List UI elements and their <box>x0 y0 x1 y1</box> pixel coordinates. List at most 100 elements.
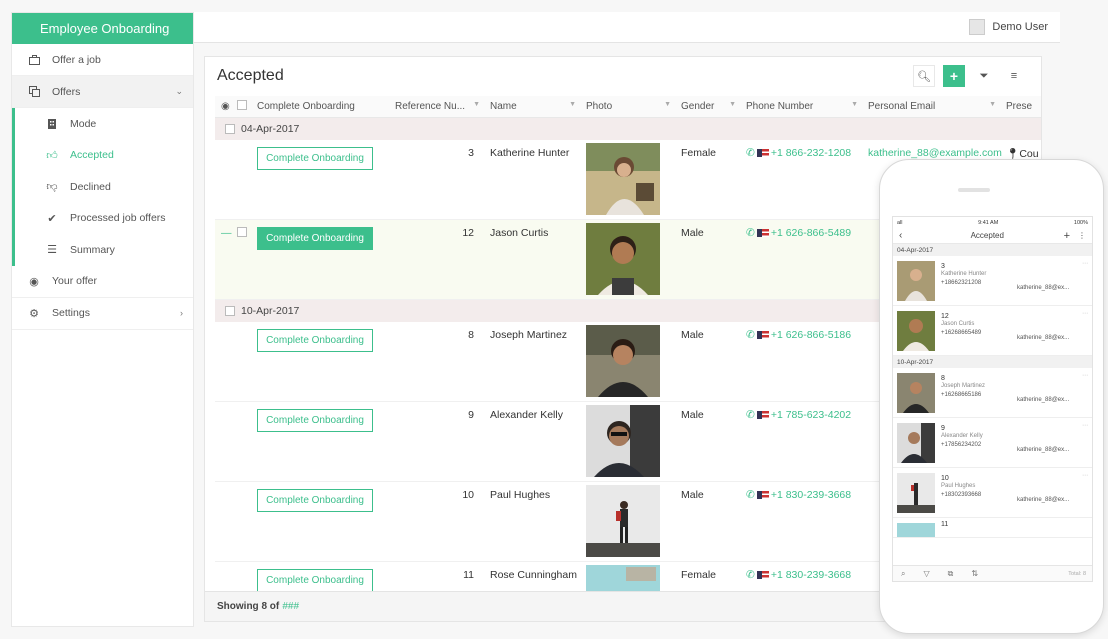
hamburger-icon: ≡ <box>1010 70 1018 82</box>
complete-onboarding-button[interactable]: Complete Onboarding <box>257 147 373 170</box>
plus-icon: + <box>949 68 959 84</box>
more-icon[interactable]: ⋯ <box>1082 472 1088 479</box>
checkbox[interactable] <box>225 124 235 134</box>
sidebar-item-declined[interactable]: 👎︎ Declined <box>15 171 193 203</box>
group-icon[interactable]: ⧉ <box>948 569 954 579</box>
column-label: Gender <box>681 101 715 112</box>
mobile-list-item[interactable]: 11 <box>893 518 1092 538</box>
photo-katherine-hunter[interactable] <box>586 143 660 215</box>
add-record-button[interactable]: + <box>943 65 965 87</box>
search-icon[interactable]: ⌕ <box>901 569 905 579</box>
checkbox[interactable] <box>225 306 235 316</box>
cell-gender: Male <box>681 489 704 501</box>
cell-ref: 10 <box>462 489 474 501</box>
filter-button[interactable]: ⏷ <box>973 65 995 87</box>
complete-onboarding-button[interactable]: Complete Onboarding <box>257 227 373 250</box>
column-header[interactable]: Photo ▼ <box>582 101 677 112</box>
eye-icon: ◉ <box>29 275 39 288</box>
speaker-grille <box>958 188 990 192</box>
thumbnail <box>897 261 935 301</box>
sidebar-item-mode[interactable]: Mode <box>15 108 193 140</box>
mobile-list-item[interactable]: 3 Katherine Hunter +18662321208 katherin… <box>893 256 1092 306</box>
row-select <box>215 140 253 219</box>
column-label: Phone Number <box>746 101 814 112</box>
mobile-list-item[interactable]: 8 Joseph Martinez +16268665186 katherine… <box>893 368 1092 418</box>
row-select[interactable] <box>233 220 253 299</box>
more-icon[interactable]: ⋯ <box>1082 260 1088 267</box>
mobile-item-email: katherine_88@ex... <box>1017 335 1070 341</box>
row-select <box>215 402 253 481</box>
sidebar-item-label: Declined <box>70 180 111 193</box>
drag-handle-icon[interactable]: — <box>215 220 233 299</box>
menu-button[interactable]: ≡ <box>1003 65 1025 87</box>
mobile-list-item[interactable]: 10 Paul Hughes +18302393668 katherine_88… <box>893 468 1092 518</box>
group-header[interactable]: 04-Apr-2017 <box>215 118 1041 140</box>
sidebar-item-offer-a-job[interactable]: Offer a job <box>12 44 193 76</box>
sidebar-item-offers[interactable]: Offers ⌄ <box>12 76 193 108</box>
cell: Complete Onboarding <box>253 220 391 299</box>
phone-text: +1 626-866-5186 <box>770 329 852 341</box>
mobile-bottom-bar: ⌕ ▽ ⧉ ⇅ Total: 8 <box>893 565 1092 581</box>
column-header[interactable]: Name ▼ <box>486 101 582 112</box>
more-icon[interactable]: ⋯ <box>1082 372 1088 379</box>
cell-gender: Male <box>681 329 704 341</box>
cell: Complete Onboarding <box>253 140 391 219</box>
cell-phone[interactable]: ✆ +1 626-866-5186 <box>742 322 864 401</box>
us-flag-icon <box>756 571 769 580</box>
photo-joseph-martinez[interactable] <box>586 325 660 397</box>
select-all-checkbox[interactable] <box>233 100 253 113</box>
sort-icon: ▼ <box>989 101 996 108</box>
mobile-group-header[interactable]: 10-Apr-2017 <box>893 356 1092 368</box>
photo-alexander-kelly[interactable] <box>586 405 660 477</box>
sidebar-item-your-offer[interactable]: ◉ Your offer <box>12 266 193 298</box>
mobile-item-ref: 11 <box>941 521 949 528</box>
filter-icon[interactable]: ▽ <box>923 569 929 578</box>
mobile-item-email: katherine_88@ex... <box>1017 497 1070 503</box>
sidebar: Employee Onboarding Offer a job Offers ⌄… <box>11 12 194 627</box>
sidebar-item-accepted[interactable]: 👍︎ Accepted <box>15 140 193 172</box>
column-header[interactable]: Personal Email ▼ <box>864 101 1002 112</box>
column-header[interactable]: Gender ▼ <box>677 101 742 112</box>
mobile-item-info: 3 Katherine Hunter +18662321208 katherin… <box>941 256 1092 305</box>
sidebar-item-settings[interactable]: ⚙ Settings › <box>12 298 193 330</box>
column-header[interactable]: Prese <box>1002 101 1041 112</box>
complete-onboarding-button[interactable]: Complete Onboarding <box>257 569 373 592</box>
mobile-screen: all 9:41 AM 100% ‹ Accepted + ⋮ 04-Apr-2… <box>892 216 1093 582</box>
complete-onboarding-button[interactable]: Complete Onboarding <box>257 409 373 432</box>
cell-photo <box>582 220 677 299</box>
mobile-item-name: Alexander Kelly <box>941 433 983 439</box>
cell-phone[interactable]: ✆ +1 866-232-1208 <box>742 140 864 219</box>
back-icon[interactable]: ‹ <box>899 230 911 241</box>
search-button[interactable]: 🔍︎ <box>913 65 935 87</box>
complete-onboarding-button[interactable]: Complete Onboarding <box>257 329 373 352</box>
more-icon[interactable]: ⋯ <box>1082 310 1088 317</box>
user-menu[interactable]: Demo User <box>969 19 1048 35</box>
group-label: 10-Apr-2017 <box>241 305 300 317</box>
column-header[interactable]: Complete Onboarding <box>253 101 391 112</box>
eye-icon[interactable]: ◉ <box>215 101 233 112</box>
cell-ref: 12 <box>462 227 474 239</box>
cell-phone[interactable]: ✆ +1 626-866-5489 <box>742 220 864 299</box>
more-icon[interactable]: ⋯ <box>1082 422 1088 429</box>
mobile-item-ref: 8 <box>941 375 945 382</box>
sidebar-item-processed-job-offers[interactable]: ✔ Processed job offers <box>15 203 193 235</box>
more-vertical-icon[interactable]: ⋮ <box>1078 231 1086 240</box>
phone-icon: ✆ <box>746 489 755 501</box>
column-header[interactable]: Reference Nu... ▼ <box>391 101 486 112</box>
sort-icon[interactable]: ⇅ <box>971 569 978 578</box>
record-total[interactable]: ### <box>282 601 299 612</box>
sidebar-item-summary[interactable]: ☰ Summary <box>15 234 193 266</box>
mobile-item-info: 10 Paul Hughes +18302393668 katherine_88… <box>941 468 1092 517</box>
cell-phone[interactable]: ✆ +1 830-239-3668 <box>742 482 864 561</box>
mobile-list-item[interactable]: 12 Jason Curtis +16268665489 katherine_8… <box>893 306 1092 356</box>
column-header[interactable]: Phone Number ▼ <box>742 101 864 112</box>
mobile-group-header[interactable]: 04-Apr-2017 <box>893 244 1092 256</box>
thumbnail <box>897 423 935 463</box>
photo-paul-hughes[interactable] <box>586 485 660 557</box>
photo-jason-curtis[interactable] <box>586 223 660 295</box>
complete-onboarding-button[interactable]: Complete Onboarding <box>257 489 373 512</box>
cell-phone[interactable]: ✆ +1 785-623-4202 <box>742 402 864 481</box>
mobile-list-item[interactable]: 9 Alexander Kelly +17856234202 katherine… <box>893 418 1092 468</box>
mobile-item-info: 11 <box>941 518 1092 537</box>
plus-icon[interactable]: + <box>1064 230 1070 242</box>
